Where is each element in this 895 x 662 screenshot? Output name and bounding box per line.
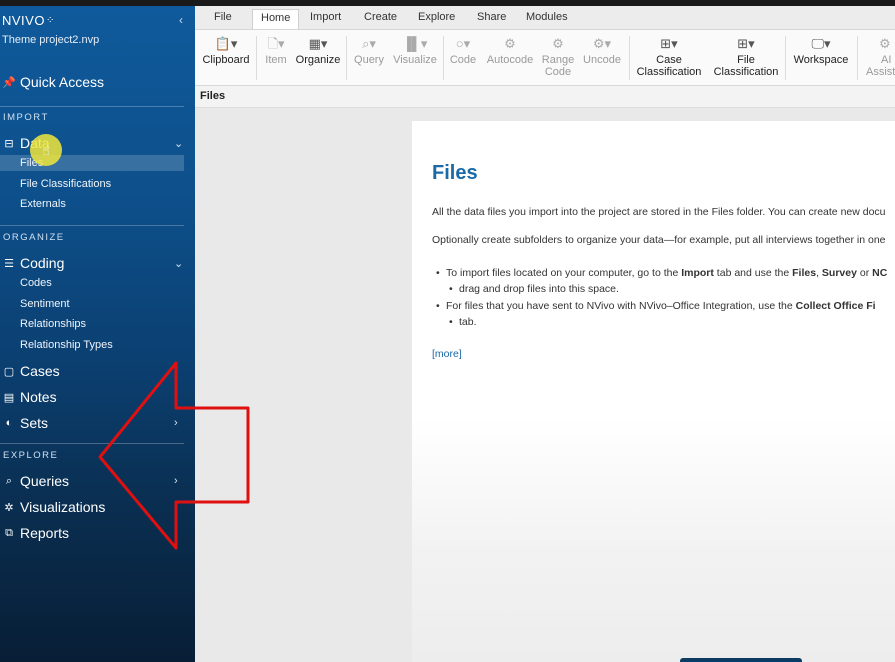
uncode-icon: ⚙▾: [592, 36, 612, 51]
tab-explore[interactable]: Explore: [418, 11, 455, 23]
query-button[interactable]: ⌕▾ Query: [351, 34, 387, 66]
item-button[interactable]: 🗋▾ Item: [262, 34, 290, 66]
nav-relationship-types[interactable]: Relationship Types: [20, 339, 113, 351]
section-organize: ORGANIZE: [3, 232, 65, 243]
ai-assist-icon: ⚙: [879, 36, 891, 51]
tab-import[interactable]: Import: [310, 11, 341, 23]
collapse-sidebar-icon[interactable]: ‹: [179, 13, 183, 27]
divider: [0, 106, 184, 107]
breadcrumb: Files: [195, 86, 895, 108]
project-name: Theme project2.nvp: [2, 34, 100, 46]
tab-modules[interactable]: Modules: [526, 11, 568, 23]
separator: [346, 36, 347, 80]
section-explore: EXPLORE: [3, 450, 59, 461]
nav-files[interactable]: Files: [0, 155, 184, 171]
chevron-right-icon[interactable]: ›: [174, 527, 178, 539]
tab-home[interactable]: Home: [252, 9, 300, 29]
autocode-icon: ⚙: [504, 36, 516, 51]
ribbon-toolbar: 📋▾ Clipboard 🗋▾ Item ▦▾ Organize ⌕▾ Quer…: [195, 30, 895, 86]
section-import: IMPORT: [3, 112, 49, 123]
nav-cases[interactable]: ▢ Cases: [3, 363, 60, 379]
separator: [629, 36, 630, 80]
search-icon: ⌕: [5, 474, 13, 487]
nav-notes[interactable]: ▤ Notes: [3, 389, 57, 405]
help-bullet: To import files located on your computer…: [436, 265, 887, 281]
chevron-right-icon[interactable]: ›: [174, 365, 178, 377]
workspace-monitor-icon: 🖵▾: [811, 36, 831, 51]
nav-sentiment[interactable]: Sentiment: [20, 298, 70, 310]
tab-create[interactable]: Create: [364, 11, 397, 23]
code-circle-icon: ○▾: [455, 36, 471, 51]
nav-codes[interactable]: Codes: [20, 277, 52, 289]
help-bullet-continued: drag and drop files into this space.: [449, 281, 619, 297]
clipboard-button[interactable]: 📋▾ Clipboard: [202, 34, 250, 66]
sets-icon: ◐: [5, 417, 13, 429]
new-item-icon: 🗋▾: [267, 36, 285, 51]
nav-sets[interactable]: ◐ Sets: [3, 415, 48, 431]
quick-access[interactable]: 📌 Quick Access: [2, 74, 104, 90]
clipboard-icon: 📋▾: [214, 36, 238, 51]
nav-relationships[interactable]: Relationships: [20, 318, 86, 330]
autocode-button[interactable]: ⚙ Autocode: [483, 34, 537, 66]
logo-dots-icon: ⁘: [45, 15, 55, 26]
organize-icon: ▦▾: [308, 36, 328, 51]
nav-visualizations[interactable]: ✲ Visualizations: [3, 499, 105, 515]
ai-assist-button[interactable]: ⚙ AI Assist: [863, 34, 895, 78]
nav-reports[interactable]: ⧉ Reports: [3, 525, 69, 541]
chevron-right-icon[interactable]: ›: [174, 501, 178, 513]
ribbon-tabs: File Home Import Create Explore Share Mo…: [195, 6, 895, 30]
workspace-button[interactable]: 🖵▾ Workspace: [791, 34, 851, 66]
page-title: Files: [432, 162, 478, 184]
hand-cursor-icon: ☝: [42, 143, 50, 158]
divider: [0, 225, 184, 226]
separator: [256, 36, 257, 80]
coding-lines-icon: ☰: [4, 257, 14, 270]
notes-icon: ▤: [3, 391, 15, 404]
data-grid-icon: ⊟: [4, 137, 14, 150]
bottom-scroll-indicator: [680, 658, 802, 662]
uncode-button[interactable]: ⚙▾ Uncode: [580, 34, 624, 66]
briefcase-icon: ▢: [3, 365, 15, 378]
more-link[interactable]: [more]: [432, 348, 462, 360]
divider: [0, 443, 184, 444]
bar-chart-icon: ▐▌▾: [402, 36, 428, 51]
range-code-button[interactable]: ⚙ Range Code: [540, 34, 576, 78]
file-classification-button[interactable]: ⊞▾ File Classification: [710, 34, 782, 78]
case-classification-button[interactable]: ⊞▾ Case Classification: [633, 34, 705, 78]
help-paragraph: Optionally create subfolders to organize…: [432, 234, 886, 246]
code-button[interactable]: ○▾ Code: [448, 34, 478, 66]
chevron-right-icon[interactable]: ›: [174, 417, 178, 429]
nav-externals[interactable]: Externals: [20, 198, 66, 210]
separator: [857, 36, 858, 80]
tab-share[interactable]: Share: [477, 11, 506, 23]
nvivo-logo: NVIVO ⁘: [2, 13, 55, 28]
tab-file[interactable]: File: [214, 11, 232, 23]
nav-coding[interactable]: ☰ Coding: [3, 255, 64, 271]
query-search-icon: ⌕▾: [362, 36, 376, 51]
help-bullet-continued: tab.: [449, 314, 476, 330]
chevron-down-icon[interactable]: ⌄: [174, 137, 183, 150]
visualization-icon: ✲: [4, 501, 14, 514]
sidebar: NVIVO ⁘ ‹ Theme project2.nvp 📌 Quick Acce…: [0, 6, 195, 662]
chevron-right-icon[interactable]: ›: [174, 391, 178, 403]
nav-file-classifications[interactable]: File Classifications: [20, 178, 111, 190]
separator: [443, 36, 444, 80]
nav-queries[interactable]: ⌕ Queries: [3, 473, 69, 489]
case-classification-icon: ⊞▾: [660, 36, 678, 51]
separator: [785, 36, 786, 80]
visualize-button[interactable]: ▐▌▾ Visualize: [392, 34, 438, 66]
file-classification-icon: ⊞▾: [737, 36, 755, 51]
reports-icon: ⧉: [5, 526, 13, 539]
organize-button[interactable]: ▦▾ Organize: [294, 34, 342, 66]
help-paragraph: All the data files you import into the p…: [432, 206, 886, 218]
pin-icon: 📌: [2, 76, 16, 89]
range-code-icon: ⚙: [552, 36, 564, 51]
help-panel: Files All the data files you import into…: [412, 121, 895, 662]
help-bullet: For files that you have sent to NVivo wi…: [436, 298, 876, 314]
chevron-right-icon[interactable]: ›: [174, 475, 178, 487]
chevron-down-icon[interactable]: ⌄: [174, 257, 183, 270]
